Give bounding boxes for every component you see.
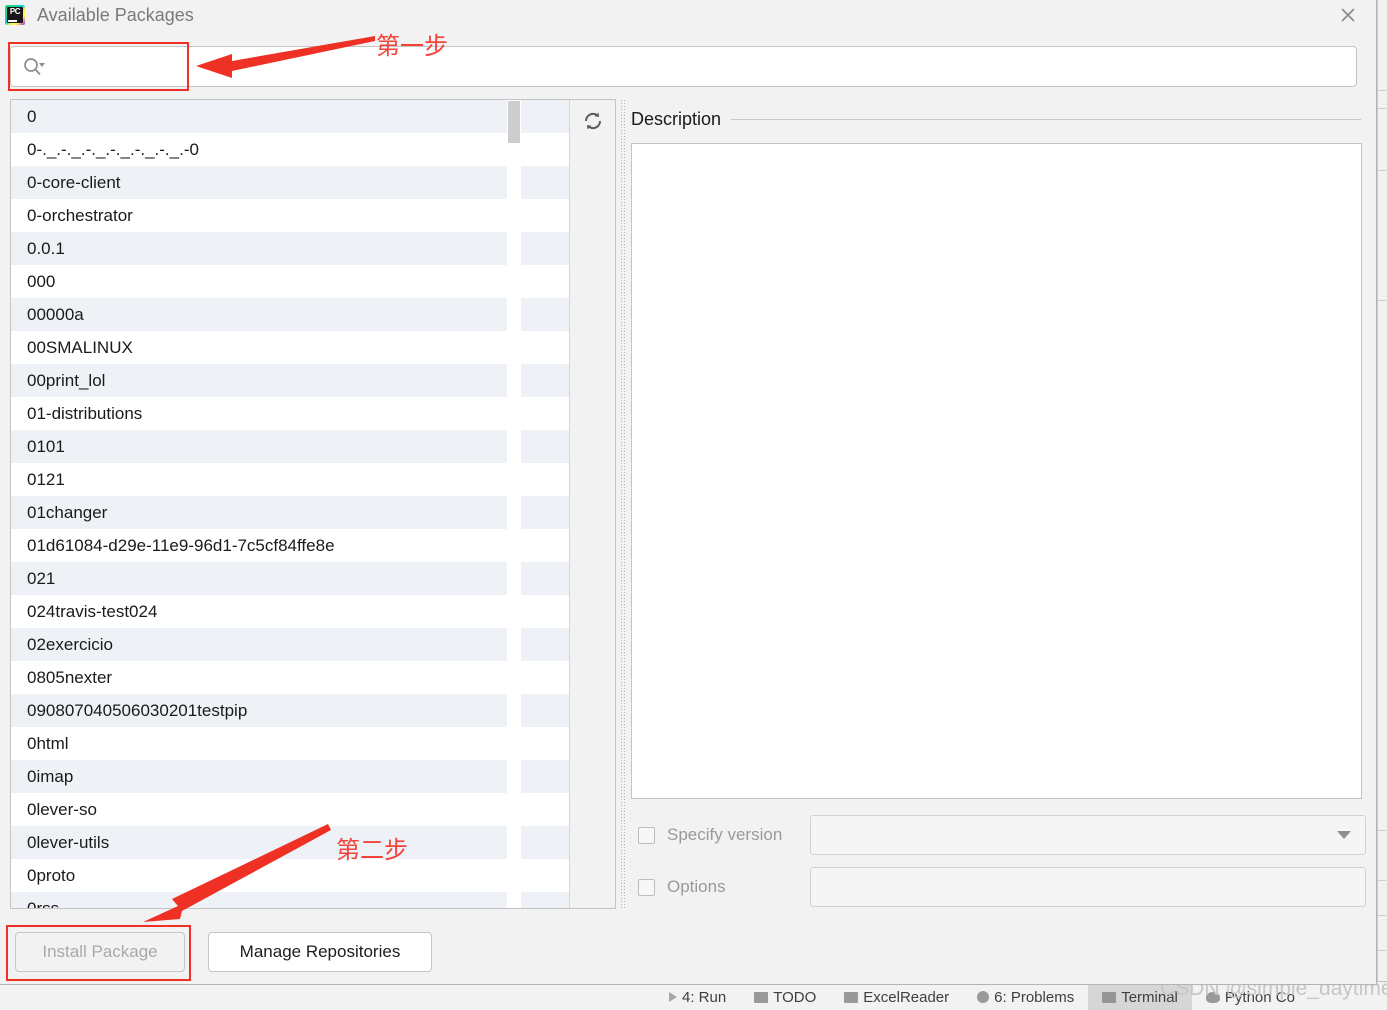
close-icon[interactable]: [1335, 2, 1361, 28]
manage-repositories-button[interactable]: Manage Repositories: [208, 932, 432, 972]
package-list-scrollbar[interactable]: [507, 100, 521, 908]
package-list-item[interactable]: 021: [11, 562, 569, 595]
package-list-item[interactable]: 0lever-utils: [11, 826, 569, 859]
package-list-item[interactable]: 024travis-test024: [11, 595, 569, 628]
package-list-toolbar: [569, 100, 615, 908]
module-icon: [844, 991, 859, 1003]
package-list-item[interactable]: 0lever-so: [11, 793, 569, 826]
splitter-grip-icon: [620, 99, 626, 909]
chevron-down-icon: [1337, 831, 1351, 839]
package-list-item[interactable]: 000: [11, 265, 569, 298]
tool-button-label: TODO: [773, 988, 817, 1006]
package-list-item[interactable]: 02exercicio: [11, 628, 569, 661]
tool-button-todo[interactable]: TODO: [740, 984, 830, 1010]
package-list-item[interactable]: 0: [11, 100, 569, 133]
description-divider: [731, 118, 1361, 120]
package-list-item[interactable]: 0-core-client: [11, 166, 569, 199]
tool-button-run[interactable]: 4: Run: [655, 984, 740, 1010]
annotation-label-step2: 第二步: [336, 836, 408, 864]
description-label: Description: [631, 108, 722, 129]
gutter-mark: [1378, 915, 1386, 916]
dialog-titlebar: PC Available Packages: [0, 0, 1377, 30]
package-list-item[interactable]: 0html: [11, 727, 569, 760]
package-list-item[interactable]: 01-distributions: [11, 397, 569, 430]
package-list-item[interactable]: 00SMALINUX: [11, 331, 569, 364]
package-list-item[interactable]: 0-._.-._.-._.-._.-._.-._.-0: [11, 133, 569, 166]
search-icon: [23, 57, 45, 77]
package-list-item[interactable]: 01d61084-d29e-11e9-96d1-7c5cf84ffe8e: [11, 529, 569, 562]
gutter-mark: [1378, 170, 1386, 171]
gutter-mark: [1378, 108, 1386, 109]
description-header: Description: [629, 99, 1367, 139]
package-list-scroll-area[interactable]: 0 0-._.-._.-._.-._.-._.-._.-0 0-core-clien…: [11, 100, 569, 908]
available-packages-dialog: PC Available Packages 0 0-._.-._.-._.-._.…: [0, 0, 1377, 985]
description-content: [631, 143, 1362, 799]
package-rows[interactable]: 0 0-._.-._.-._.-._.-._.-._.-0 0-core-clien…: [11, 100, 569, 908]
package-list-item[interactable]: 0imap: [11, 760, 569, 793]
gutter-mark: [1378, 830, 1386, 831]
refresh-icon[interactable]: [580, 108, 606, 134]
magnifier-glyph: [24, 57, 45, 75]
package-list-item[interactable]: 0805nexter: [11, 661, 569, 694]
tool-button-excelreader[interactable]: ExcelReader: [830, 984, 963, 1010]
package-list-item[interactable]: 090807040506030201testpip: [11, 694, 569, 727]
package-list-item[interactable]: 0.0.1: [11, 232, 569, 265]
specify-version-label: Specify version: [667, 825, 783, 844]
options-checkbox[interactable]: [638, 878, 655, 896]
description-panel: Description Specify version Options: [629, 99, 1367, 909]
annotation-label-step1: 第一步: [376, 32, 448, 60]
terminal-icon: [1102, 991, 1117, 1003]
available-packages-list[interactable]: 0 0-._.-._.-._.-._.-._.-._.-0 0-core-clien…: [10, 99, 616, 909]
options-row[interactable]: Options: [631, 866, 1366, 908]
problems-icon: [977, 991, 990, 1003]
package-list-item[interactable]: 0121: [11, 463, 569, 496]
ide-right-gutter: [1377, 0, 1387, 1010]
tool-button-problems[interactable]: 6: Problems: [963, 984, 1088, 1010]
gutter-mark: [1378, 90, 1386, 91]
specify-version-row[interactable]: Specify version: [631, 814, 1366, 856]
options-label: Options: [667, 877, 726, 896]
dialog-title: Available Packages: [37, 4, 194, 25]
package-list-item[interactable]: 0proto: [11, 859, 569, 892]
package-list-item[interactable]: 01changer: [11, 496, 569, 529]
panel-splitter[interactable]: [617, 99, 629, 909]
package-list-item[interactable]: 00print_lol: [11, 364, 569, 397]
specify-version-checkbox[interactable]: [638, 826, 655, 844]
gutter-mark: [1378, 880, 1386, 881]
tool-button-label: 6: Problems: [994, 988, 1075, 1006]
package-list-item[interactable]: 0-orchestrator: [11, 199, 569, 232]
tool-button-label: 4: Run: [682, 988, 727, 1006]
close-glyph: [1341, 8, 1355, 22]
package-list-item[interactable]: 0101: [11, 430, 569, 463]
options-input[interactable]: [810, 867, 1366, 907]
run-icon: [669, 992, 677, 1002]
package-list-item[interactable]: 0rss: [11, 892, 569, 908]
version-combobox[interactable]: [810, 815, 1366, 855]
gutter-mark: [1378, 300, 1386, 301]
install-package-button[interactable]: Install Package: [15, 932, 185, 972]
tool-button-label: ExcelReader: [863, 988, 950, 1006]
install-options: Specify version Options: [631, 814, 1366, 918]
search-input[interactable]: [45, 46, 1356, 87]
gutter-mark: [1378, 950, 1386, 951]
package-list-item[interactable]: 00000a: [11, 298, 569, 331]
scrollbar-thumb[interactable]: [508, 101, 520, 143]
refresh-glyph: [584, 112, 601, 130]
todo-icon: [754, 991, 769, 1003]
search-field[interactable]: [10, 46, 1357, 87]
dialog-footer: Install Package Manage Repositories: [0, 925, 1377, 985]
pycharm-logo-icon: PC: [5, 5, 25, 25]
